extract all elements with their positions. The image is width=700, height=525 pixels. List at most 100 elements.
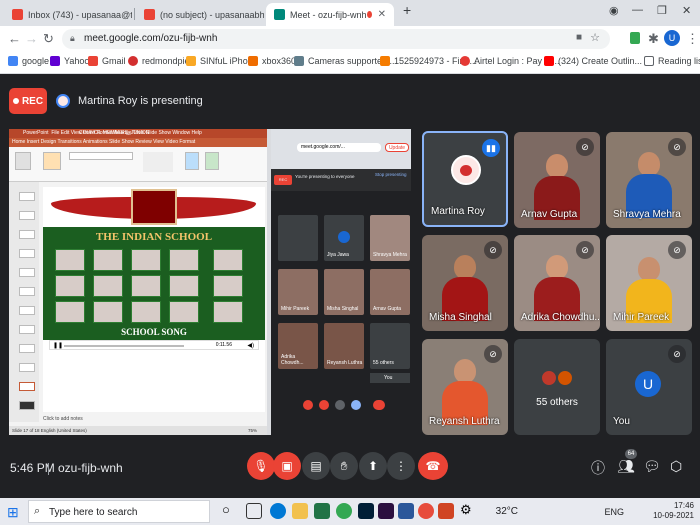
video-student-tile xyxy=(131,249,161,271)
shared-tile-name: Arnav Gupta xyxy=(373,306,402,312)
more-vert-icon: ⋮ xyxy=(395,459,407,473)
reload-icon[interactable]: ↻ xyxy=(43,31,54,47)
extension-icon[interactable] xyxy=(630,32,640,44)
settings-gear-icon[interactable]: ⚙ xyxy=(460,502,476,518)
chat-button[interactable]: 💬︎ xyxy=(643,458,661,475)
bookmark-yahoo[interactable]: Yahoo xyxy=(50,56,89,66)
participant-tile-misha-singhal[interactable]: ⊘ Misha Singhal xyxy=(422,235,508,331)
taskbar-search-box[interactable]: ⌕ Type here to search xyxy=(28,500,210,523)
powerpoint-icon[interactable] xyxy=(438,503,454,519)
seek-bar[interactable] xyxy=(64,345,184,347)
task-view-icon[interactable] xyxy=(246,503,262,519)
shape-icon xyxy=(205,152,219,170)
meeting-details-button[interactable]: ⓘ xyxy=(591,458,605,478)
participant-tile-arnav-gupta[interactable]: ⊘ Arnav Gupta xyxy=(514,132,600,228)
tab-no-subject[interactable]: (no subject) - upasanaabhalla13 ✕ xyxy=(136,3,264,26)
address-bar[interactable]: 🔒︎ meet.google.com/ozu-fijb-wnh ■ ☆ xyxy=(62,29,610,49)
slide-thumbnail-selected xyxy=(19,382,35,391)
record-dot-icon xyxy=(12,98,19,104)
star-icon[interactable]: ☆ xyxy=(590,31,600,44)
reading-list-icon xyxy=(644,56,654,66)
bookmark-sinful-iphone[interactable]: SINfuL iPhone xyxy=(186,56,258,66)
video-student-tile xyxy=(55,275,85,297)
minimize-icon[interactable]: — xyxy=(632,4,643,16)
video-student-tile xyxy=(169,249,199,271)
bookmark-youtube[interactable]: (324) Create Outlin... xyxy=(544,56,642,66)
system-tray[interactable]: 32°C ENG 17:46 10-09-2021 xyxy=(496,501,694,521)
taskbar: ⊞ ⌕ Type here to search ○ ⚙ 32°C ENG 17:… xyxy=(0,498,700,525)
participant-name: Mihir Pareek xyxy=(613,312,670,323)
page-icon xyxy=(380,56,390,66)
bookmark-google[interactable]: google xyxy=(8,56,49,66)
present-icon: ⬆ xyxy=(367,459,379,473)
activities-button[interactable]: ⬡ xyxy=(670,458,682,475)
volume-icon[interactable]: ◀) xyxy=(247,342,254,349)
participant-tile-you[interactable]: U ⊘ You xyxy=(606,339,692,435)
raise-hand-button[interactable]: ✋︎ xyxy=(330,452,358,480)
mic-off-icon: ⊘ xyxy=(668,345,686,363)
microphone-toggle-button[interactable]: 🎙︎ xyxy=(247,452,275,480)
page-icon xyxy=(294,56,304,66)
tab-label: Inbox (743) - upasanaa@theinde xyxy=(28,9,132,20)
notes-pane[interactable]: Click to add notes xyxy=(43,416,265,424)
tab-inbox[interactable]: Inbox (743) - upasanaa@theinde ✕ xyxy=(4,3,132,26)
cortana-icon[interactable]: ○ xyxy=(222,502,238,518)
participant-tile-reyansh-luthra[interactable]: ⊘ Reyansh Luthra xyxy=(422,339,508,435)
captions-button[interactable]: ▤ xyxy=(302,452,330,480)
shared-screen[interactable]: PowerPoint File Edit View Insert Format … xyxy=(9,129,411,435)
participant-name: You xyxy=(613,416,630,427)
bookmark-xbox360[interactable]: xbox360 xyxy=(248,56,296,66)
pause-icon[interactable]: ❚❚ xyxy=(53,342,63,349)
camera-icon[interactable]: ■ xyxy=(576,32,582,43)
gmail-icon xyxy=(12,9,23,20)
more-options-button[interactable]: ⋮ xyxy=(387,452,415,480)
extensions-puzzle-icon[interactable]: ✱ xyxy=(648,31,659,47)
premiere-icon[interactable] xyxy=(378,503,394,519)
participant-tile-mihir-pareek[interactable]: ⊘ Mihir Pareek xyxy=(606,235,692,331)
meeting-code: ozu-fijb-wnh xyxy=(58,461,123,475)
slide-thumbnails xyxy=(9,182,39,422)
shared-tile-name: Misha Singhal xyxy=(327,306,359,312)
restore-icon[interactable]: ❐ xyxy=(657,4,667,17)
file-explorer-icon[interactable] xyxy=(292,503,308,519)
recording-indicator[interactable]: REC xyxy=(9,88,47,114)
windows-start-icon[interactable]: ⊞ xyxy=(7,504,19,521)
excel-icon[interactable] xyxy=(314,503,330,519)
divider xyxy=(48,463,49,475)
photoshop-icon[interactable] xyxy=(358,503,374,519)
reading-list-button[interactable]: Reading list xyxy=(644,56,700,66)
close-icon[interactable]: ✕ xyxy=(372,9,386,20)
font-picker xyxy=(69,152,133,160)
participant-tile-martina-roy[interactable]: ▮▮ Martina Roy xyxy=(422,131,508,227)
edge-icon[interactable] xyxy=(270,503,286,519)
tab-search-icon[interactable]: ◉ xyxy=(609,4,619,17)
song-title: SCHOOL SONG xyxy=(121,327,187,337)
participant-tile-shravya-mehra[interactable]: ⊘ Shravya Mehra xyxy=(606,132,692,228)
close-window-icon[interactable]: ✕ xyxy=(682,4,691,17)
new-tab-button[interactable]: + xyxy=(403,2,411,18)
participant-tile-adrika-chowdhury[interactable]: ⊘ Adrika Chowdhu... xyxy=(514,235,600,331)
participant-tile-others[interactable]: 55 others xyxy=(514,339,600,435)
bookmark-label: Gmail xyxy=(102,56,126,66)
camera-toggle-button[interactable]: ▣ xyxy=(273,452,301,480)
paragraph-group xyxy=(143,152,173,172)
bookmark-gmail[interactable]: Gmail xyxy=(88,56,126,66)
word-icon[interactable] xyxy=(398,503,414,519)
bookmark-redmondpie[interactable]: redmondpie xyxy=(128,56,190,66)
people-button[interactable]: 👥︎ xyxy=(617,458,635,475)
present-now-button[interactable]: ⬆ xyxy=(359,452,387,480)
participant-name: Arnav Gupta xyxy=(521,209,578,220)
forward-icon[interactable]: → xyxy=(25,31,38,46)
video-player-bar[interactable]: ❚❚ 0:11.56 ◀) xyxy=(49,340,259,350)
profile-avatar[interactable]: U xyxy=(664,30,680,46)
back-icon[interactable]: ← xyxy=(8,31,21,46)
more-menu-icon[interactable]: ⋮ xyxy=(686,31,699,47)
chrome-icon[interactable] xyxy=(336,503,352,519)
shared-tile: Reyansh Luthra xyxy=(324,323,364,369)
app-icon[interactable] xyxy=(418,503,434,519)
url-text[interactable]: meet.google.com/ozu-fijb-wnh xyxy=(84,33,217,44)
leave-call-button[interactable]: ☎ xyxy=(418,452,448,480)
tab-meet[interactable]: Meet - ozu-fijb-wnh ✕ xyxy=(266,3,394,26)
shared-tile-name: 55 others xyxy=(373,360,394,366)
shared-meet-window: meet.google.com/... Update REC You're pr… xyxy=(271,129,411,435)
